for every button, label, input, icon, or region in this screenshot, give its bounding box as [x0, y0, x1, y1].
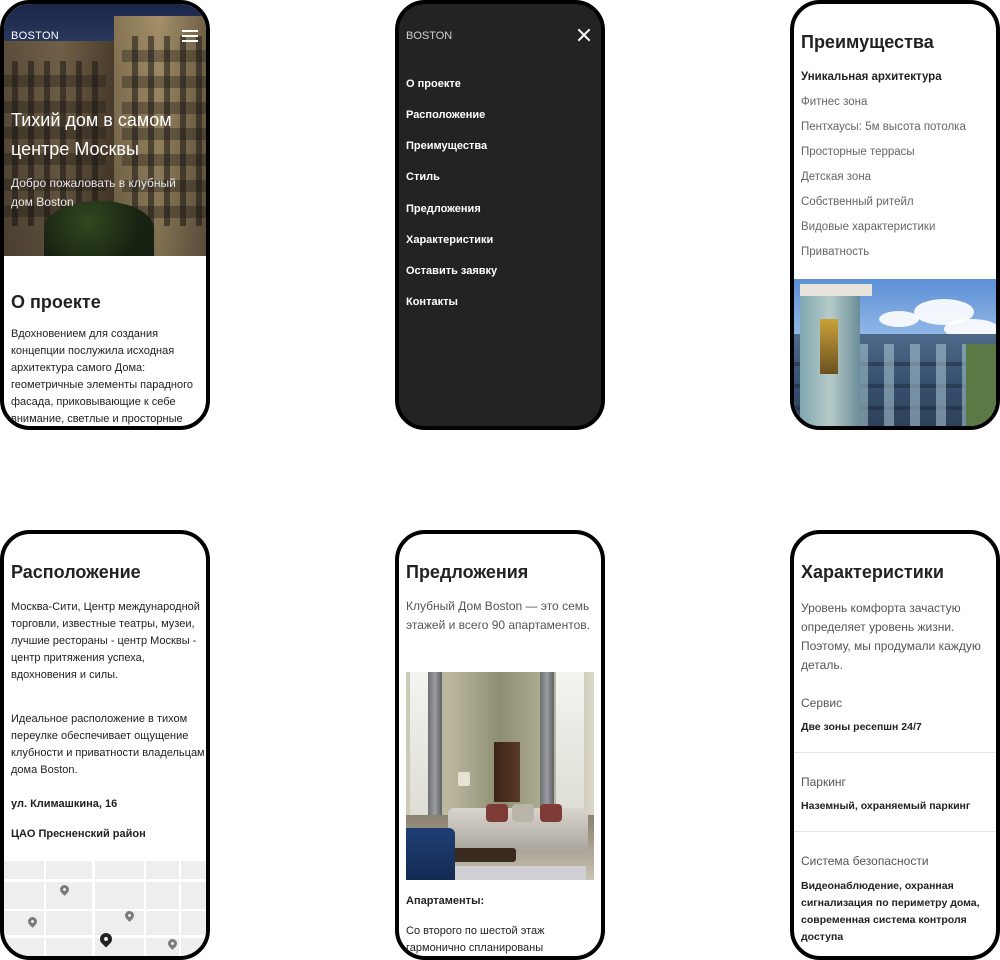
map-pin-icon[interactable] [123, 909, 136, 922]
advantage-item[interactable]: Уникальная архитектура [801, 71, 942, 83]
address: ул. Климашкина, 16 [11, 798, 118, 810]
advantage-item[interactable]: Собственный ритейл [801, 196, 914, 208]
apartments-text: Со второго по шестой этаж гармонично спл… [406, 925, 545, 954]
interior-image [406, 672, 594, 880]
brand-logo[interactable]: BOSTON [406, 30, 452, 42]
characteristics-intro: Уровень комфорта зачастую определяет уро… [801, 601, 981, 672]
section-title: Расположение [11, 562, 141, 582]
map-pin-icon[interactable] [26, 915, 39, 928]
advantage-item[interactable]: Просторные террасы [801, 146, 915, 158]
map-pin-icon[interactable] [58, 883, 71, 896]
advantage-item[interactable]: Видовые характеристики [801, 221, 935, 233]
divider [794, 752, 996, 753]
location-paragraph: Идеальное расположение в тихом переулке … [11, 713, 205, 776]
divider [794, 831, 996, 832]
feature-value: Две зоны ресепшн 24/7 [801, 721, 922, 733]
brand-logo[interactable]: BOSTON [11, 30, 59, 42]
advantage-item[interactable]: Фитнес зона [801, 96, 867, 108]
district: ЦАО Пресненский район [11, 828, 146, 840]
location-map[interactable] [4, 861, 206, 956]
architecture-image [794, 279, 996, 426]
section-title: Характеристики [801, 562, 944, 582]
menu-item-style[interactable]: Стиль [406, 171, 440, 183]
advantage-item[interactable]: Детская зона [801, 171, 871, 183]
hero-subtitle: Добро пожаловать в клубный дом Boston [11, 176, 176, 209]
feature-label: Паркинг [801, 775, 846, 789]
menu-item-location[interactable]: Расположение [406, 109, 485, 121]
menu-icon[interactable] [182, 30, 198, 42]
feature-value: Наземный, охраняемый паркинг [801, 800, 971, 812]
menu-item-characteristics[interactable]: Характеристики [406, 234, 493, 246]
map-pin-icon[interactable] [166, 937, 179, 950]
apartments-subtitle: Апартаменты: [406, 895, 485, 907]
menu-item-offers[interactable]: Предложения [406, 203, 481, 215]
section-title: Преимущества [801, 32, 934, 52]
location-paragraph: Москва-Сити, Центр международной торговл… [11, 601, 200, 681]
advantage-item[interactable]: Приватность [801, 246, 869, 258]
phone-screen-about: BOSTON Тихий дом в самом центре Москвы Д… [0, 0, 210, 430]
map-pin-main-icon[interactable] [97, 930, 115, 948]
offers-intro: Клубный Дом Boston — это семь этажей и в… [406, 599, 590, 632]
menu-item-request[interactable]: Оставить заявку [406, 265, 497, 277]
menu-item-contacts[interactable]: Контакты [406, 296, 458, 308]
feature-value: Видеонаблюдение, охранная сигнализация п… [801, 880, 980, 943]
section-title: Предложения [406, 562, 529, 582]
phone-screen-offers: Предложения Клубный Дом Boston — это сем… [395, 530, 605, 960]
menu-item-advantages[interactable]: Преимущества [406, 140, 487, 152]
phone-screen-advantages: Преимущества Уникальная архитектура Фитн… [790, 0, 1000, 430]
menu-item-about[interactable]: О проекте [406, 78, 461, 90]
hero-title: Тихий дом в самом центре Москвы [11, 110, 172, 159]
phone-screen-characteristics: Характеристики Уровень комфорта зачастую… [790, 530, 1000, 960]
advantage-item[interactable]: Пентхаусы: 5м высота потолка [801, 121, 966, 133]
feature-label: Система безопасности [801, 854, 929, 868]
section-title: О проекте [11, 292, 101, 312]
feature-label: Сервис [801, 696, 843, 710]
section-text: Вдохновением для создания концепции посл… [11, 328, 193, 425]
phone-screen-location: Расположение Москва-Сити, Центр междунар… [0, 530, 210, 960]
close-icon[interactable] [577, 28, 591, 42]
phone-screen-menu: BOSTON О проекте Расположение Преимущест… [395, 0, 605, 430]
